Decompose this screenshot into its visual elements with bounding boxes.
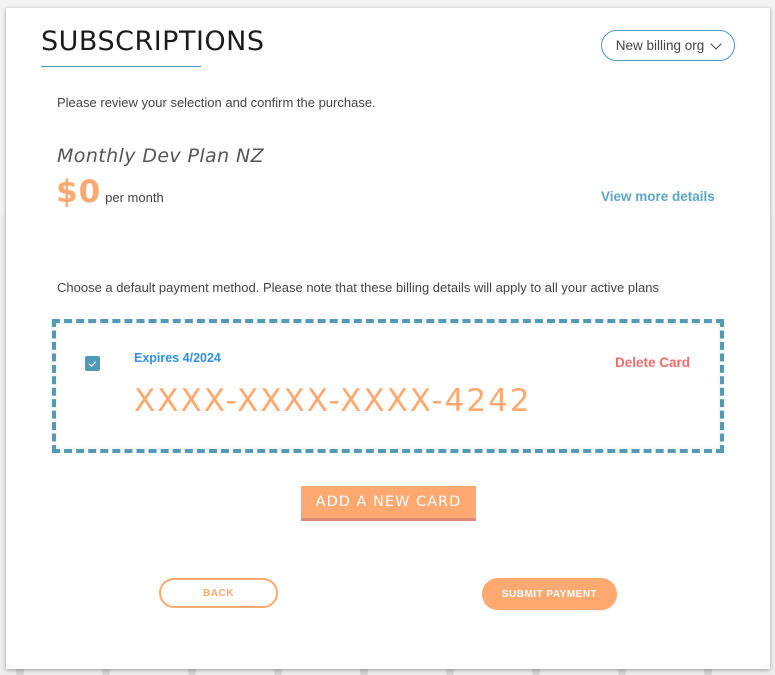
billing-org-selected: New billing org [615, 38, 705, 53]
page-title: SUBSCRIPTIONS [41, 26, 265, 57]
delete-card-button[interactable]: Delete Card [615, 355, 690, 370]
subscription-modal: SUBSCRIPTIONS New billing org Please rev… [6, 8, 770, 669]
billing-org-select[interactable]: New billing org [601, 30, 735, 61]
card-select-checkbox[interactable] [85, 356, 100, 371]
payment-instruction: Choose a default payment method. Please … [57, 280, 659, 295]
submit-payment-button[interactable]: SUBMIT PAYMENT [482, 578, 617, 610]
price-amount: $0 [56, 174, 102, 210]
payment-card[interactable]: Expires 4/2024 XXXX-XXXX-XXXX-4242 Delet… [52, 319, 724, 453]
title-underline [41, 66, 201, 67]
plan-price: $0 per month [56, 174, 164, 210]
card-number: XXXX-XXXX-XXXX-4242 [134, 383, 532, 419]
plan-name: Monthly Dev Plan NZ [57, 145, 265, 167]
card-expiry: Expires 4/2024 [134, 351, 221, 365]
review-instruction: Please review your selection and confirm… [57, 95, 376, 110]
add-new-card-button[interactable]: ADD A NEW CARD [301, 486, 476, 521]
back-button[interactable]: BACK [159, 578, 278, 608]
chevron-down-icon [710, 37, 722, 50]
view-more-details-link[interactable]: View more details [601, 189, 715, 204]
price-period: per month [105, 190, 164, 205]
